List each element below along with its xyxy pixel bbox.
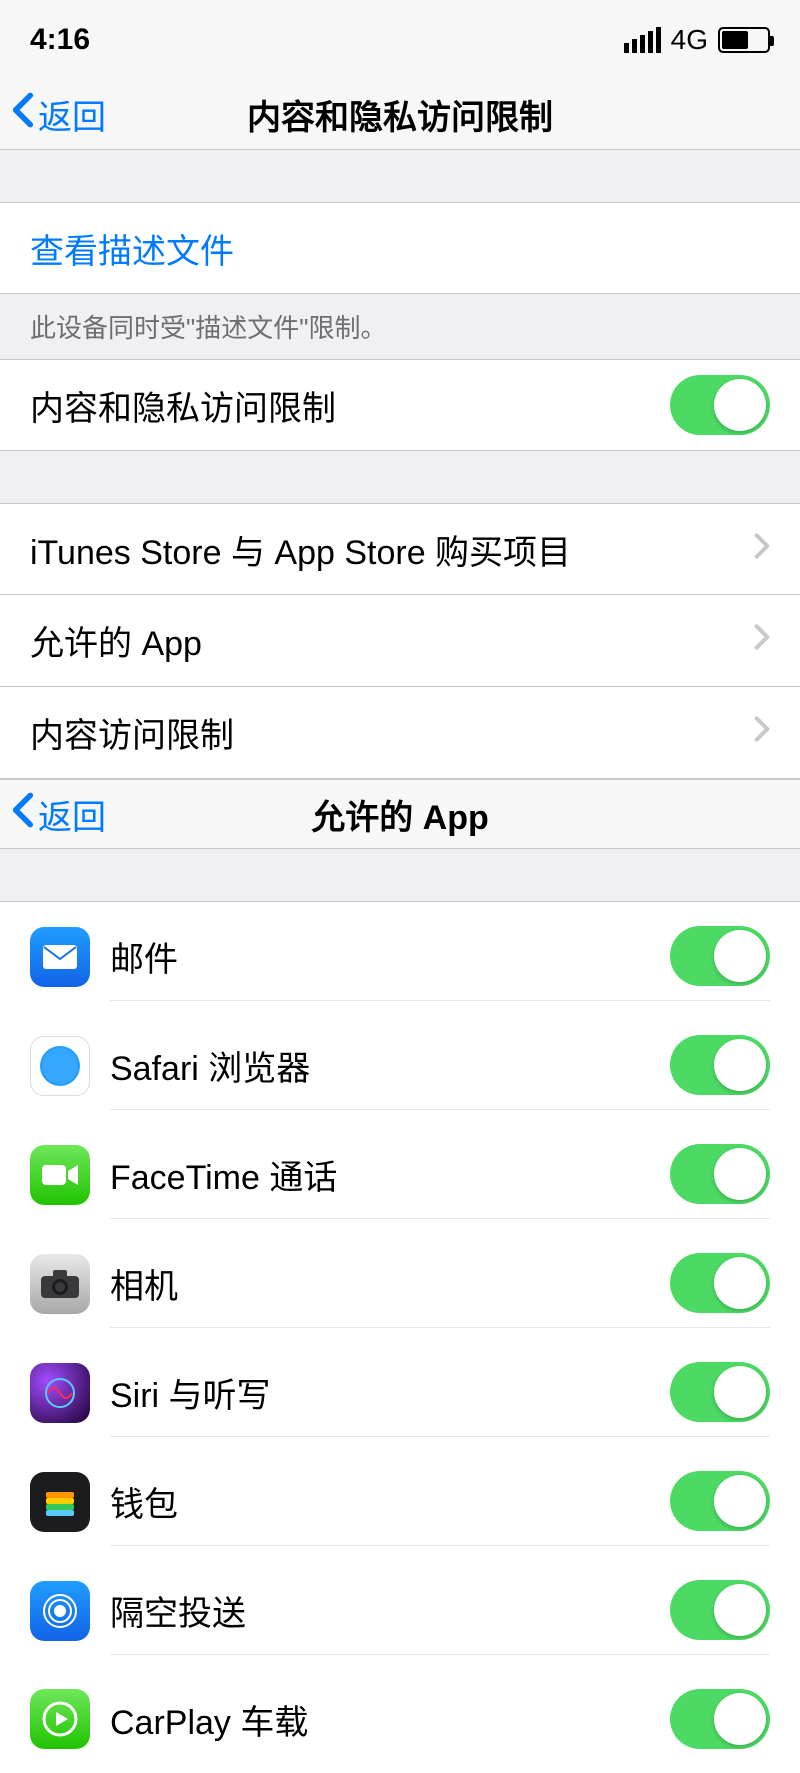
siri-toggle[interactable] xyxy=(670,1362,770,1422)
allowed-apps-row[interactable]: 允许的 App xyxy=(0,595,800,687)
status-bar: 4:16 4G xyxy=(0,0,800,80)
back-button[interactable]: 返回 xyxy=(0,90,106,139)
safari-toggle[interactable] xyxy=(670,1035,770,1095)
signal-icon xyxy=(624,27,661,53)
airdrop-label: 隔空投送 xyxy=(110,1586,670,1635)
nav-bar-1: 返回 内容和隐私访问限制 xyxy=(0,80,800,150)
page-title-1: 内容和隐私访问限制 xyxy=(247,90,553,139)
chevron-right-icon xyxy=(754,713,770,752)
app-row-carplay: CarPlay 车载 xyxy=(0,1665,800,1773)
content-privacy-toggle[interactable] xyxy=(670,375,770,435)
back-label-2: 返回 xyxy=(38,790,106,839)
back-label: 返回 xyxy=(38,90,106,139)
safari-label: Safari 浏览器 xyxy=(110,1041,670,1090)
app-row-airdrop: 隔空投送 xyxy=(0,1556,800,1665)
siri-icon xyxy=(30,1363,90,1423)
carplay-label: CarPlay 车载 xyxy=(110,1695,670,1744)
camera-icon xyxy=(30,1254,90,1314)
page-title-2: 允许的 App xyxy=(311,790,489,839)
mail-icon xyxy=(30,927,90,987)
app-row-mail: 邮件 xyxy=(0,902,800,1011)
airdrop-toggle[interactable] xyxy=(670,1580,770,1640)
view-profile-link[interactable]: 查看描述文件 xyxy=(0,202,800,294)
view-profile-label: 查看描述文件 xyxy=(30,224,770,273)
facetime-toggle[interactable] xyxy=(670,1144,770,1204)
carplay-icon xyxy=(30,1689,90,1749)
mail-label: 邮件 xyxy=(110,932,670,981)
carplay-toggle[interactable] xyxy=(670,1689,770,1749)
safari-icon xyxy=(30,1036,90,1096)
network-label: 4G xyxy=(671,24,708,56)
back-button-2[interactable]: 返回 xyxy=(0,790,106,839)
content-privacy-label: 内容和隐私访问限制 xyxy=(30,381,670,430)
content-restrict-row[interactable]: 内容访问限制 xyxy=(0,687,800,779)
camera-label: 相机 xyxy=(110,1259,670,1308)
app-row-safari: Safari 浏览器 xyxy=(0,1011,800,1120)
wallet-icon xyxy=(30,1472,90,1532)
camera-toggle[interactable] xyxy=(670,1253,770,1313)
facetime-icon xyxy=(30,1145,90,1205)
app-row-facetime: FaceTime 通话 xyxy=(0,1120,800,1229)
chevron-left-icon xyxy=(12,791,34,838)
app-row-camera: 相机 xyxy=(0,1229,800,1338)
wallet-toggle[interactable] xyxy=(670,1471,770,1531)
wallet-label: 钱包 xyxy=(110,1477,670,1526)
itunes-row[interactable]: iTunes Store 与 App Store 购买项目 xyxy=(0,503,800,595)
chevron-right-icon xyxy=(754,530,770,569)
airdrop-icon xyxy=(30,1581,90,1641)
chevron-right-icon xyxy=(754,621,770,660)
facetime-label: FaceTime 通话 xyxy=(110,1150,670,1199)
mail-toggle[interactable] xyxy=(670,926,770,986)
chevron-left-icon xyxy=(12,91,34,138)
app-row-siri: Siri 与听写 xyxy=(0,1338,800,1447)
status-right: 4G xyxy=(624,24,770,56)
itunes-label: iTunes Store 与 App Store 购买项目 xyxy=(30,525,754,574)
profile-footnote: 此设备同时受"描述文件"限制。 xyxy=(0,294,800,359)
app-row-wallet: 钱包 xyxy=(0,1447,800,1556)
siri-label: Siri 与听写 xyxy=(110,1368,670,1417)
battery-icon xyxy=(718,27,770,53)
status-time: 4:16 xyxy=(30,23,90,57)
allowed-apps-label: 允许的 App xyxy=(30,616,754,665)
content-restrict-label: 内容访问限制 xyxy=(30,708,754,757)
content-privacy-toggle-row: 内容和隐私访问限制 xyxy=(0,359,800,451)
nav-bar-2: 返回 允许的 App xyxy=(0,779,800,849)
